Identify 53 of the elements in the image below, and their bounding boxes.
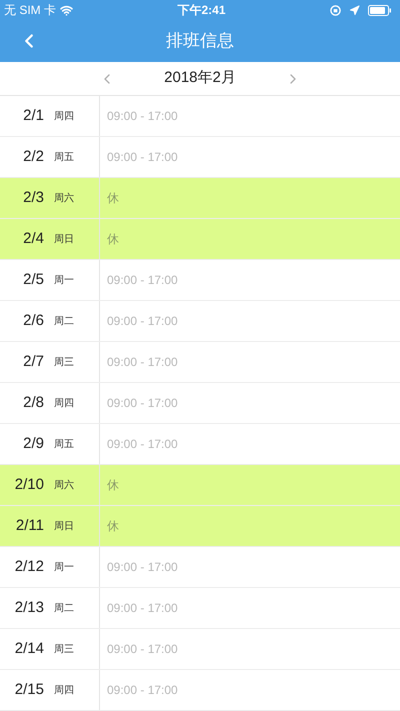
lock-rotation-icon	[330, 4, 341, 16]
date-label: 2/2	[23, 146, 44, 167]
weekday-label: 周四	[54, 684, 74, 698]
date-label: 2/4	[23, 228, 44, 249]
date-label: 2/14	[14, 638, 44, 659]
shift-time: 09:00 - 17:00	[107, 682, 178, 699]
weekday-label: 周三	[54, 642, 74, 656]
shift-time: 09:00 - 17:00	[107, 641, 178, 658]
shift-time: 休	[107, 231, 119, 248]
weekday-label: 周二	[54, 602, 74, 616]
battery-icon	[368, 4, 392, 16]
shift-time: 09:00 - 17:00	[107, 272, 178, 289]
shift-time: 09:00 - 17:00	[107, 354, 178, 371]
shift-time: 09:00 - 17:00	[107, 313, 178, 330]
date-label: 2/3	[23, 188, 44, 208]
shift-time: 休	[107, 518, 119, 535]
weekday-label: 周三	[54, 356, 74, 370]
shift-time: 09:00 - 17:00	[107, 600, 178, 617]
shift-time: 休	[107, 190, 119, 207]
weekday-label: 周一	[54, 560, 74, 574]
weekday-label: 周六	[54, 192, 74, 206]
date-label: 2/7	[23, 352, 44, 372]
shift-time: 09:00 - 17:00	[107, 149, 178, 166]
weekday-label: 周五	[54, 438, 74, 452]
shift-time: 09:00 - 17:00	[107, 108, 178, 125]
date-label: 2/9	[23, 434, 44, 454]
weekday-label: 周日	[54, 520, 74, 534]
date-label: 2/1	[23, 106, 44, 126]
date-label: 2/8	[23, 392, 44, 413]
month-label: 2018年2月	[163, 68, 237, 88]
page-title: 排班信息	[166, 30, 234, 52]
date-label: 2/15	[14, 680, 44, 700]
weekday-label: 周四	[54, 110, 74, 124]
shift-time: 09:00 - 17:00	[107, 436, 178, 453]
shift-time: 09:00 - 17:00	[107, 395, 178, 412]
weekday-label: 周日	[54, 232, 74, 246]
clock-time: 下午2:41	[177, 2, 226, 19]
weekday-label: 周一	[54, 274, 74, 288]
weekday-label: 周四	[54, 396, 74, 410]
wifi-icon	[60, 4, 74, 16]
weekday-label: 周五	[54, 150, 74, 164]
date-label: 2/10	[14, 474, 44, 495]
date-label: 2/13	[14, 598, 44, 618]
location-icon	[348, 4, 360, 16]
date-label: 2/5	[23, 270, 44, 290]
date-label: 2/12	[14, 556, 44, 577]
weekday-label: 周二	[54, 314, 74, 328]
shift-time: 休	[107, 477, 119, 494]
carrier-label: 无 SIM 卡	[4, 2, 56, 19]
date-label: 2/11	[16, 516, 44, 536]
date-label: 2/6	[23, 310, 44, 331]
shift-time: 09:00 - 17:00	[107, 559, 178, 576]
weekday-label: 周六	[54, 478, 74, 492]
